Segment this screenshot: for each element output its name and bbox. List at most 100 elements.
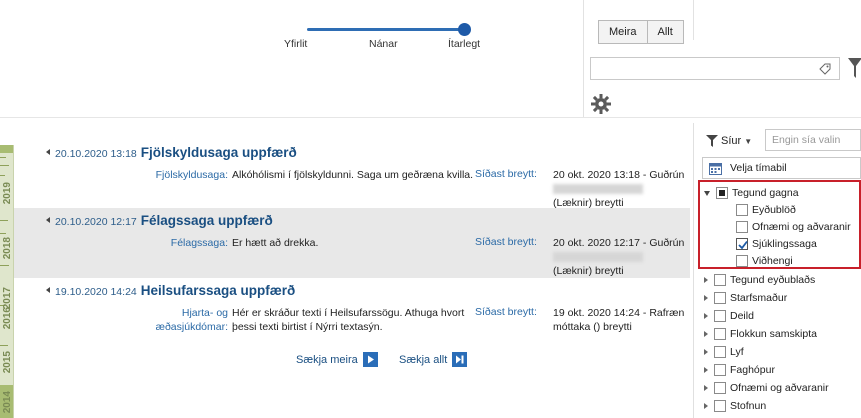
- tree-group[interactable]: Lyf: [704, 343, 744, 360]
- collapse-arrow-icon[interactable]: [46, 217, 50, 223]
- field-value: Er hætt að drekka.: [232, 237, 319, 249]
- load-more-label: Sækja meira: [296, 353, 358, 366]
- expand-arrow-icon[interactable]: [704, 384, 708, 391]
- slider-label-detailed[interactable]: Ítarlegt: [448, 38, 480, 50]
- view-toggle: Meira Allt: [598, 20, 684, 44]
- tree-item[interactable]: Sjúklingssaga: [736, 235, 817, 252]
- timeline-year: 2016: [2, 307, 13, 330]
- collapse-arrow-icon[interactable]: [46, 287, 50, 293]
- checkbox[interactable]: [714, 399, 726, 412]
- tree-item[interactable]: Viðhengi: [736, 252, 793, 269]
- tree-label: Faghópur: [730, 363, 775, 376]
- load-more-button[interactable]: Sækja meira: [296, 352, 378, 367]
- timeline-tick: [0, 345, 8, 346]
- checkbox[interactable]: [736, 254, 748, 267]
- expand-arrow-icon[interactable]: [704, 402, 708, 409]
- more-button[interactable]: Meira: [598, 20, 648, 44]
- slider-knob[interactable]: [458, 23, 471, 36]
- event-datetime: 19.10.2020 14:24: [55, 286, 137, 298]
- event-title[interactable]: Fjölskyldusaga uppfærð: [141, 145, 297, 160]
- timeline-tick: [0, 265, 9, 266]
- event-header[interactable]: 19.10.2020 14:24 Heilsufarssaga uppfærð: [46, 283, 295, 298]
- filter-icon[interactable]: [848, 58, 861, 78]
- changed-role: (Læknir) breytti: [553, 265, 624, 277]
- tree-label: Flokkun samskipta: [730, 327, 817, 340]
- search-input[interactable]: [590, 57, 840, 80]
- event-title[interactable]: Félagssaga uppfærð: [141, 213, 273, 228]
- collapse-arrow-icon[interactable]: [46, 149, 50, 155]
- expand-arrow-icon[interactable]: [704, 348, 708, 355]
- timeline-year: 2015: [2, 351, 13, 374]
- gear-icon[interactable]: [591, 94, 611, 114]
- divider: [693, 0, 694, 40]
- tree-group[interactable]: Stofnun: [704, 397, 766, 414]
- tree-group[interactable]: Tegund eyðublaðs: [704, 271, 815, 288]
- changed-label: Síðast breytt:: [475, 236, 537, 248]
- expand-arrow-icon[interactable]: [704, 276, 708, 283]
- checkbox[interactable]: [714, 309, 726, 322]
- all-button[interactable]: Allt: [647, 20, 684, 44]
- changed-label: Síðast breytt:: [475, 168, 537, 180]
- timeline-year: 2017: [2, 287, 13, 310]
- active-filter-field[interactable]: Engin sía valin: [765, 129, 861, 151]
- checkbox[interactable]: [714, 273, 726, 286]
- filter-dropdown[interactable]: Síur ▼: [706, 135, 752, 147]
- expand-arrow-icon[interactable]: [704, 366, 708, 373]
- field-value: Hér er skráður texti í Heilsufarssögu. A…: [232, 307, 465, 333]
- timeline-year: 2019: [2, 182, 13, 205]
- timeline-tick: [0, 233, 6, 234]
- tree-group[interactable]: Ofnæmi og aðvaranir: [704, 379, 829, 396]
- chevron-down-icon: ▼: [744, 136, 753, 146]
- timeline-year: 2014: [2, 391, 13, 414]
- checkbox[interactable]: [736, 220, 748, 233]
- collapse-arrow-icon[interactable]: [704, 191, 710, 196]
- event-title[interactable]: Heilsufarssaga uppfærð: [141, 283, 296, 298]
- checkbox[interactable]: [714, 381, 726, 394]
- checkbox[interactable]: [736, 203, 748, 216]
- detail-level-slider[interactable]: Yfirlit Nánar Ítarlegt: [270, 14, 500, 54]
- checkbox[interactable]: [714, 327, 726, 340]
- load-all-button[interactable]: Sækja allt: [399, 352, 468, 367]
- field-label: Hjarta- og æðasjúkdómar:: [156, 306, 228, 334]
- tree-label: Starfsmaður: [730, 291, 788, 304]
- event-item[interactable]: 20.10.2020 12:17 Félagssaga uppfærð Félag…: [14, 208, 690, 278]
- checkbox[interactable]: [716, 186, 728, 199]
- timeline-tick: [0, 175, 5, 176]
- tree-label: Sjúklingssaga: [752, 237, 817, 250]
- skip-to-end-icon: [452, 352, 468, 367]
- tree-item[interactable]: Eyðublöð: [736, 201, 796, 218]
- checkbox[interactable]: [714, 291, 726, 304]
- event-item[interactable]: 19.10.2020 14:24 Heilsufarssaga uppfærð H…: [14, 278, 690, 346]
- expand-arrow-icon[interactable]: [704, 312, 708, 319]
- tree-group[interactable]: Flokkun samskipta: [704, 325, 817, 342]
- event-item[interactable]: 20.10.2020 13:18 Fjölskyldusaga uppfærð F…: [14, 140, 690, 209]
- redacted-text: [553, 184, 643, 195]
- tree-item[interactable]: Ofnæmi og aðvaranir: [736, 218, 851, 235]
- timeline-mark: [0, 145, 13, 153]
- timeline-tick: [0, 165, 9, 166]
- tree-group[interactable]: Faghópur: [704, 361, 775, 378]
- timeline-strip[interactable]: 2019 2018 2017 2016 2015 2014: [0, 145, 14, 418]
- slider-label-overview[interactable]: Yfirlit: [284, 38, 307, 50]
- divider: [693, 123, 694, 418]
- expand-arrow-icon[interactable]: [704, 294, 708, 301]
- checkbox[interactable]: [714, 345, 726, 358]
- tree-group-data-type[interactable]: Tegund gagna: [704, 184, 799, 201]
- tree-label: Viðhengi: [752, 254, 793, 267]
- event-header[interactable]: 20.10.2020 13:18 Fjölskyldusaga uppfærð: [46, 145, 297, 160]
- changed-by: 20 okt. 2020 13:18 - Guðrún: [553, 169, 685, 181]
- tree-group[interactable]: Starfsmaður: [704, 289, 787, 306]
- timeline-tick: [0, 220, 8, 221]
- slider-label-details[interactable]: Nánar: [369, 38, 398, 50]
- checkbox-checked[interactable]: [736, 237, 748, 250]
- tree-label: Stofnun: [730, 399, 767, 412]
- play-icon: [362, 352, 378, 367]
- filter-icon: [706, 135, 718, 147]
- event-header[interactable]: 20.10.2020 12:17 Félagssaga uppfærð: [46, 213, 273, 228]
- checkbox[interactable]: [714, 363, 726, 376]
- tag-icon[interactable]: [819, 63, 831, 75]
- tree-group[interactable]: Deild: [704, 307, 754, 324]
- tree-label: Eyðublöð: [752, 203, 796, 216]
- expand-arrow-icon[interactable]: [704, 330, 708, 337]
- period-picker[interactable]: Velja tímabil: [702, 157, 861, 179]
